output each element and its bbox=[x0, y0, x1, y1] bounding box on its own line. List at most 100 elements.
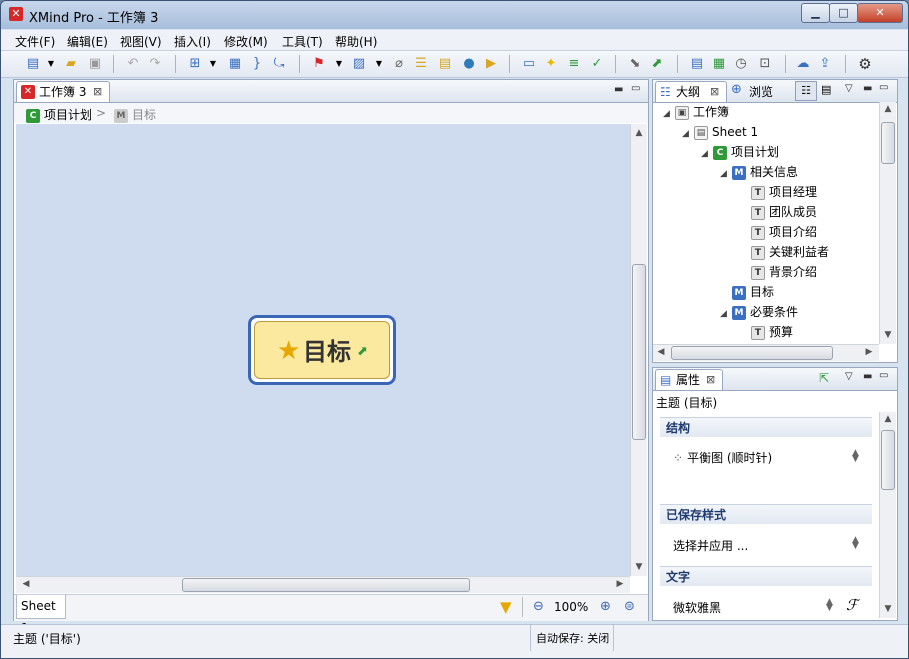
scroll-down-icon[interactable]: ▼ bbox=[880, 604, 896, 614]
gantt-icon[interactable]: ≡ bbox=[566, 56, 582, 72]
tab-close-icon[interactable]: ⊠ bbox=[93, 82, 102, 102]
status-autosave[interactable]: 自动保存: 关闭 bbox=[536, 630, 609, 646]
canvas-vertical-scrollbar[interactable]: ▲ ▼ bbox=[630, 124, 647, 576]
maximize-button[interactable]: □ bbox=[829, 3, 858, 23]
outline-item[interactable]: T 项目介绍 bbox=[739, 222, 817, 242]
menu-help[interactable]: 帮助(H) bbox=[335, 33, 377, 50]
marker-flag-icon[interactable]: ⚑ bbox=[311, 56, 327, 72]
brainstorm-bulb-icon[interactable]: ✦ bbox=[543, 56, 559, 72]
tab-properties[interactable]: ▤ 属性 ⊠ bbox=[655, 369, 723, 390]
horizontal-scroll-thumb[interactable] bbox=[671, 346, 833, 360]
marker-dropdown-icon[interactable]: ▼ bbox=[331, 56, 347, 72]
minimize-view-icon[interactable]: ▬ bbox=[863, 371, 872, 382]
outline-item[interactable]: T 团队成员 bbox=[739, 202, 817, 222]
breadcrumb-item-goal[interactable]: M 目标 bbox=[114, 106, 156, 123]
summary-icon[interactable]: } bbox=[249, 56, 265, 72]
vertical-scroll-thumb[interactable] bbox=[881, 122, 895, 164]
minimize-view-icon[interactable]: ▬ bbox=[863, 83, 872, 94]
scroll-up-icon[interactable]: ▲ bbox=[631, 128, 647, 138]
pin-style-icon[interactable]: ⇱ bbox=[819, 371, 829, 385]
expand-toggle-icon[interactable]: ◢ bbox=[663, 104, 675, 124]
outline-view-icon[interactable]: ▤ bbox=[689, 56, 705, 72]
outline-item[interactable]: ◢ ▤ Sheet 1 bbox=[682, 122, 758, 142]
scroll-right-icon[interactable]: ▶ bbox=[861, 347, 877, 357]
attachment-icon[interactable]: ⌀ bbox=[391, 56, 407, 72]
upload-cloud-icon[interactable]: ☁ bbox=[795, 56, 811, 72]
scroll-up-icon[interactable]: ▲ bbox=[880, 104, 896, 114]
minimize-view-icon[interactable]: ▬ bbox=[614, 84, 623, 95]
maximize-view-icon[interactable]: ▭ bbox=[631, 83, 640, 94]
outline-item[interactable]: ◢ ▣ 工作簿 bbox=[663, 102, 729, 122]
expand-toggle-icon[interactable]: ◢ bbox=[720, 164, 732, 184]
new-dropdown-icon[interactable]: ▼ bbox=[43, 56, 59, 72]
tab-close-icon[interactable]: ⊠ bbox=[710, 82, 719, 102]
drill-up-icon[interactable]: ⬈ bbox=[357, 344, 368, 359]
filter-icon[interactable]: ▼ bbox=[500, 598, 512, 616]
scroll-right-icon[interactable]: ▶ bbox=[612, 579, 628, 589]
label-icon[interactable]: ☰ bbox=[413, 56, 429, 72]
central-topic[interactable]: ★ 目标 ⬈ bbox=[248, 315, 396, 385]
image-dropdown-icon[interactable]: ▼ bbox=[371, 56, 387, 72]
view-menu-icon[interactable]: ▽ bbox=[845, 371, 853, 382]
structure-selector[interactable]: ⁘ 平衡图 (顺时针) bbox=[673, 449, 772, 466]
saved-style-selector[interactable]: 选择并应用 ... bbox=[673, 537, 748, 554]
tree-view-toggle-icon[interactable]: ☷ bbox=[795, 81, 817, 101]
notes-icon[interactable]: ▤ bbox=[437, 56, 453, 72]
save-icon[interactable]: ▣ bbox=[87, 56, 103, 72]
vertical-scroll-thumb[interactable] bbox=[881, 430, 895, 490]
outline-horizontal-scrollbar[interactable]: ◀ ▶ bbox=[653, 344, 879, 361]
menu-file[interactable]: 文件(F) bbox=[15, 33, 55, 50]
topic-dropdown-icon[interactable]: ▼ bbox=[205, 56, 221, 72]
text-section-header[interactable]: 文字 bbox=[660, 566, 872, 586]
menu-view[interactable]: 视图(V) bbox=[120, 33, 162, 50]
font-spinner-icon[interactable]: ▲ ▼ bbox=[826, 598, 833, 613]
font-picker-icon[interactable]: ℱ bbox=[846, 596, 858, 614]
outline-item[interactable]: T 关键利益者 bbox=[739, 242, 829, 262]
insert-topic-icon[interactable]: ⊞ bbox=[187, 56, 203, 72]
outline-item[interactable]: T 背景介绍 bbox=[739, 262, 817, 282]
outline-item[interactable]: ◢ M 相关信息 bbox=[720, 162, 798, 182]
relationship-icon[interactable]: ⤿ bbox=[271, 56, 287, 72]
menu-insert[interactable]: 插入(I) bbox=[174, 33, 211, 50]
expand-toggle-icon[interactable]: ◢ bbox=[682, 124, 694, 144]
expand-toggle-icon[interactable]: ◢ bbox=[720, 304, 732, 324]
audio-icon[interactable]: ▶ bbox=[483, 56, 499, 72]
overview-icon[interactable]: ⊕ bbox=[731, 82, 742, 97]
tab-overview[interactable]: 浏览 bbox=[749, 83, 773, 100]
drill-up-icon[interactable]: ⬈ bbox=[649, 56, 665, 72]
gear-icon[interactable]: ⚙ bbox=[857, 56, 873, 72]
scroll-left-icon[interactable]: ◀ bbox=[18, 579, 34, 589]
outline-vertical-scrollbar[interactable]: ▲ ▼ bbox=[879, 102, 896, 344]
outline-item[interactable]: T 预算 bbox=[739, 322, 793, 342]
maximize-view-icon[interactable]: ▭ bbox=[879, 370, 888, 381]
outline-item[interactable]: ◢ M 必要条件 bbox=[720, 302, 798, 322]
zoom-fit-icon[interactable]: ⊜ bbox=[624, 599, 635, 614]
outline-item[interactable]: ◢ C 项目计划 bbox=[701, 142, 779, 162]
scroll-down-icon[interactable]: ▼ bbox=[880, 330, 896, 340]
zoom-fit-icon[interactable]: ⊡ bbox=[757, 56, 773, 72]
tab-close-icon[interactable]: ⊠ bbox=[706, 370, 715, 390]
image-icon[interactable]: ▨ bbox=[351, 56, 367, 72]
properties-vertical-scrollbar[interactable]: ▲ ▼ bbox=[879, 412, 896, 618]
structure-spinner-icon[interactable]: ▲ ▼ bbox=[852, 449, 859, 464]
drill-down-icon[interactable]: ⬊ bbox=[627, 56, 643, 72]
spreadsheet-icon[interactable]: ▦ bbox=[711, 56, 727, 72]
boundary-icon[interactable]: ▦ bbox=[227, 56, 243, 72]
redo-icon[interactable]: ↷ bbox=[147, 56, 163, 72]
outline-item[interactable]: M 目标 bbox=[720, 282, 774, 302]
list-view-icon[interactable]: ▤ bbox=[821, 83, 831, 96]
tab-workbook-3[interactable]: ✕ 工作簿 3 ⊠ bbox=[16, 81, 110, 102]
undo-icon[interactable]: ↶ bbox=[125, 56, 141, 72]
clock-icon[interactable]: ◷ bbox=[733, 56, 749, 72]
tab-outline[interactable]: ☷ 大纲 ⊠ bbox=[655, 81, 727, 102]
expand-toggle-icon[interactable]: ◢ bbox=[701, 144, 713, 164]
structure-section-header[interactable]: 结构 bbox=[660, 417, 872, 437]
saved-style-spinner-icon[interactable]: ▲ ▼ bbox=[852, 536, 859, 551]
outline-item[interactable]: T 项目经理 bbox=[739, 182, 817, 202]
font-selector[interactable]: 微软雅黑 bbox=[673, 599, 721, 616]
share-icon[interactable]: ⇪ bbox=[817, 56, 833, 72]
zoom-in-icon[interactable]: ⊕ bbox=[600, 599, 611, 614]
new-icon[interactable]: ▤ bbox=[25, 56, 41, 72]
menu-modify[interactable]: 修改(M) bbox=[224, 33, 268, 50]
task-icon[interactable]: ✓ bbox=[589, 56, 605, 72]
